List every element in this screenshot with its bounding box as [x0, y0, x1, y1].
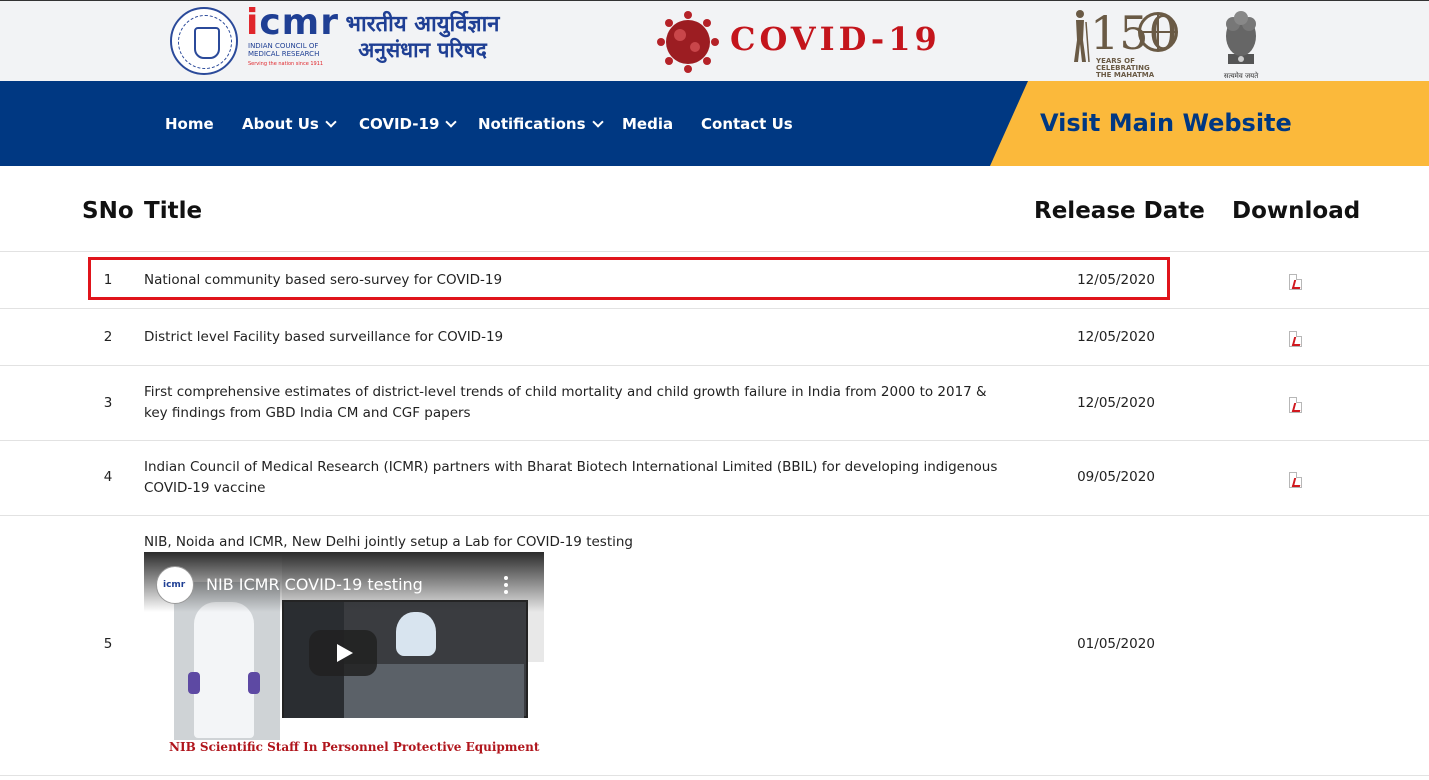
- header-sno: SNo: [82, 198, 134, 224]
- row-title: District level Facility based surveillan…: [144, 329, 504, 345]
- pdf-download-icon[interactable]: [1289, 472, 1302, 488]
- icmr-seal-logo[interactable]: [170, 7, 238, 75]
- top-banner: icmr INDIAN COUNCIL OF MEDICAL RESEARCH …: [0, 0, 1429, 81]
- more-options-icon[interactable]: [504, 576, 508, 594]
- row-highlight-box: [88, 257, 1170, 300]
- chevron-down-icon: [591, 115, 604, 128]
- header-download: Download: [1232, 198, 1361, 224]
- embedded-video-player[interactable]: icmr NIB ICMR COVID-19 testing NIB Scien…: [144, 552, 544, 774]
- header-release-date: Release Date: [1034, 198, 1205, 224]
- icmr-tagline: Serving the nation since 1911: [248, 61, 324, 67]
- play-button[interactable]: [309, 630, 377, 676]
- video-channel-avatar[interactable]: icmr: [156, 566, 194, 604]
- national-emblem: सत्यमेव जयते: [1214, 4, 1268, 82]
- hindi-name-line1: भारतीय आयुर्विज्ञान: [345, 11, 500, 37]
- hindi-name-line2: अनुसंधान परिषद: [358, 37, 487, 62]
- coronavirus-icon: [657, 11, 719, 73]
- pdf-download-icon[interactable]: [1289, 331, 1302, 347]
- row-sno: 3: [103, 395, 113, 411]
- row-sno: 5: [103, 636, 113, 652]
- icmr-logo-text: icmr: [246, 2, 339, 43]
- emblem-icon: [1226, 11, 1256, 64]
- row-date: 01/05/2020: [1077, 636, 1155, 652]
- row-title: NIB, Noida and ICMR, New Delhi jointly s…: [144, 534, 633, 550]
- video-title[interactable]: NIB ICMR COVID-19 testing: [206, 574, 423, 596]
- logo150-caption: YEARS OF CELEBRATING THE MAHATMA: [1096, 57, 1155, 79]
- row-date: 09/05/2020: [1077, 469, 1155, 485]
- row-sno: 4: [103, 469, 113, 485]
- header-title: Title: [144, 198, 203, 224]
- visit-main-website-label: Visit Main Website: [1040, 109, 1292, 137]
- pdf-download-icon[interactable]: [1289, 274, 1302, 290]
- gandhi-150-logo: 150 YEARS OF CELEBRATING THE MAHATMA: [1068, 4, 1178, 80]
- nav-about-us[interactable]: About Us: [242, 114, 337, 134]
- video-caption: NIB Scientific Staff In Personnel Protec…: [169, 740, 540, 754]
- row-date: 12/05/2020: [1077, 395, 1155, 411]
- icmr-full-name: INDIAN COUNCIL OF MEDICAL RESEARCH: [248, 42, 320, 58]
- row-title: Indian Council of Medical Research (ICMR…: [144, 459, 998, 496]
- table-row: 2 District level Facility based surveill…: [0, 309, 1429, 366]
- nav-contact-us[interactable]: Contact Us: [701, 114, 793, 134]
- covid-title: COVID-19: [730, 20, 941, 58]
- gandhi-figure-icon: [1074, 10, 1090, 63]
- table-row: 4 Indian Council of Medical Research (IC…: [0, 441, 1429, 516]
- nav-home[interactable]: Home: [165, 114, 214, 134]
- row-sno: 2: [103, 329, 113, 345]
- icmr-logo[interactable]: icmr INDIAN COUNCIL OF MEDICAL RESEARCH …: [246, 5, 338, 71]
- emblem-caption: सत्यमेव जयते: [1223, 72, 1259, 80]
- pdf-download-icon[interactable]: [1289, 397, 1302, 413]
- row-date: 12/05/2020: [1077, 329, 1155, 345]
- table-row: 3 First comprehensive estimates of distr…: [0, 366, 1429, 441]
- charkha-icon: [1138, 12, 1178, 52]
- visit-main-website-button[interactable]: Visit Main Website: [990, 81, 1429, 166]
- nav-notifications[interactable]: Notifications: [478, 114, 604, 134]
- table-header: SNo Title Release Date Download: [0, 166, 1429, 252]
- row-title: First comprehensive estimates of distric…: [144, 384, 987, 421]
- chevron-down-icon: [445, 115, 458, 128]
- chevron-down-icon: [325, 115, 337, 128]
- nav-media[interactable]: Media: [622, 114, 673, 134]
- hindi-name: भारतीय आयुर्विज्ञान अनुसंधान परिषद: [340, 11, 505, 67]
- nav-covid-19[interactable]: COVID-19: [359, 114, 458, 134]
